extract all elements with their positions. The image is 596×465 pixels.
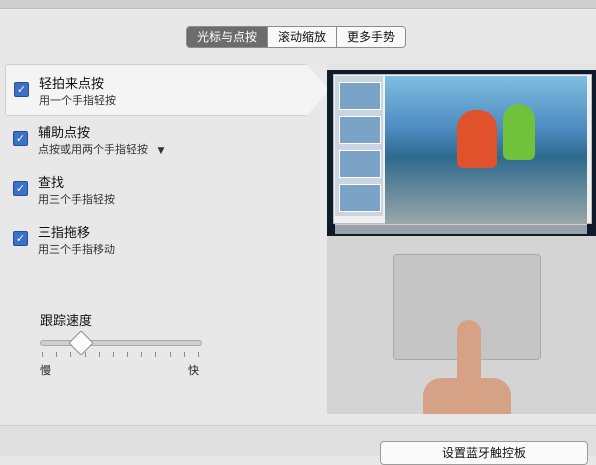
- slider-ticks: [42, 352, 199, 358]
- tracking-speed-title: 跟踪速度: [40, 314, 93, 329]
- option-secondary-click[interactable]: ✓ 辅助点按 点按或用两个手指轻按 ▼: [5, 114, 305, 164]
- option-title: 三指拖移: [38, 226, 91, 241]
- preview-sidebar: [335, 76, 383, 216]
- checkbox-icon[interactable]: ✓: [13, 181, 28, 196]
- slider-tick: [155, 352, 157, 357]
- option-tap-to-click[interactable]: ✓ 轻拍来点按 用一个手指轻按: [5, 64, 330, 116]
- preview-thumbnail: [339, 82, 381, 110]
- option-subtitle: 用三个手指轻按: [38, 193, 115, 206]
- slider-slow-label: 慢: [40, 364, 51, 377]
- preview-finger: [457, 320, 481, 414]
- dropdown-caret-icon[interactable]: ▼: [158, 146, 165, 156]
- slider-tick: [198, 352, 199, 357]
- slider-fast-label: 快: [188, 364, 199, 377]
- slider-tick: [112, 352, 114, 357]
- trackpad-preview-image: [327, 64, 596, 414]
- preview-thumbnail: [339, 116, 381, 144]
- tab-segment-control: 光标与点按 滚动缩放 更多手势: [186, 26, 407, 48]
- slider-tick: [169, 352, 171, 357]
- checkbox-icon[interactable]: ✓: [13, 231, 28, 246]
- setup-bluetooth-trackpad-button[interactable]: 设置蓝牙触控板: [380, 441, 588, 465]
- option-subtitle: 用三个手指移动: [38, 243, 115, 256]
- preview-dock: [335, 224, 587, 234]
- option-subtitle: 用一个手指轻按: [39, 94, 116, 107]
- tab-cursor-click[interactable]: 光标与点按: [187, 27, 269, 47]
- checkbox-icon[interactable]: ✓: [14, 82, 29, 97]
- tracking-speed-slider-track[interactable]: [40, 340, 202, 346]
- option-title: 查找: [38, 176, 65, 191]
- slider-tick: [56, 352, 58, 357]
- preview-thumbnail: [339, 184, 381, 212]
- slider-tick: [84, 352, 86, 357]
- slider-tick: [183, 352, 185, 357]
- preview-menubar: [327, 64, 596, 70]
- option-title: 辅助点按: [38, 126, 91, 141]
- preview-thumbnail: [339, 150, 381, 178]
- slider-tick: [127, 352, 129, 357]
- preview-person: [503, 104, 535, 160]
- option-three-finger-drag[interactable]: ✓ 三指拖移 用三个手指移动: [5, 214, 305, 264]
- slider-tick: [98, 352, 100, 357]
- checkbox-icon[interactable]: ✓: [13, 131, 28, 146]
- preview-person: [457, 110, 497, 168]
- tab-more-gestures[interactable]: 更多手势: [337, 27, 406, 47]
- preview-screen: [327, 64, 596, 236]
- slider-tick: [70, 352, 72, 357]
- window-top-band: [0, 0, 596, 9]
- option-subtitle: 点按或用两个手指轻按 ▼: [38, 141, 164, 157]
- option-subtitle-text: 点按或用两个手指轻按: [38, 143, 148, 156]
- slider-tick: [42, 352, 43, 357]
- option-title: 轻拍来点按: [39, 77, 105, 92]
- option-lookup[interactable]: ✓ 查找 用三个手指轻按: [5, 164, 305, 214]
- preview-photo: [385, 76, 587, 224]
- slider-tick: [141, 352, 143, 357]
- tab-scroll-zoom[interactable]: 滚动缩放: [268, 27, 338, 47]
